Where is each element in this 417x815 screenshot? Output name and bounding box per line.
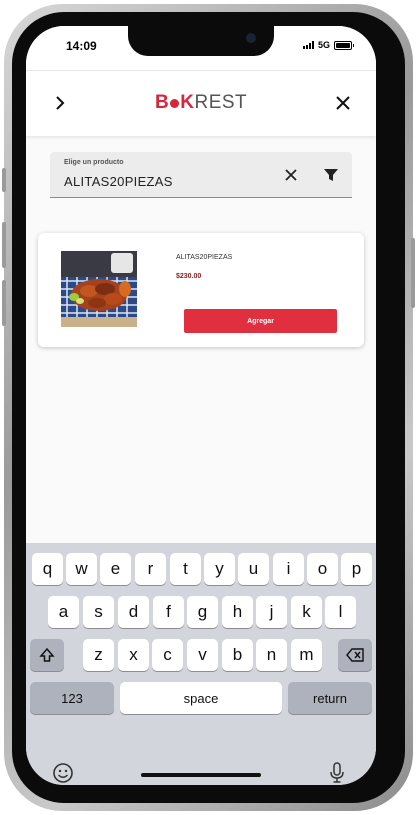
key-u[interactable]: u: [238, 553, 269, 585]
key-x[interactable]: x: [118, 639, 149, 671]
shift-key[interactable]: [30, 639, 64, 671]
home-indicator[interactable]: [141, 773, 261, 777]
key-s[interactable]: s: [83, 596, 114, 628]
chevron-right-icon[interactable]: [50, 93, 70, 113]
product-price: $230.00: [176, 273, 202, 280]
onscreen-keyboard: q w e r t y u i o p a s d f g h j k l z …: [26, 543, 376, 785]
key-i[interactable]: i: [273, 553, 304, 585]
key-g[interactable]: g: [187, 596, 218, 628]
key-z[interactable]: z: [83, 639, 114, 671]
key-a[interactable]: a: [48, 596, 79, 628]
search-input[interactable]: [64, 171, 264, 191]
clear-search-icon[interactable]: [282, 166, 300, 184]
key-y[interactable]: y: [204, 553, 235, 585]
key-m[interactable]: m: [291, 639, 322, 671]
side-button-power: [411, 238, 415, 308]
key-c[interactable]: c: [152, 639, 183, 671]
microphone-icon[interactable]: [328, 762, 346, 784]
numbers-key[interactable]: 123: [30, 682, 114, 714]
key-l[interactable]: l: [325, 596, 356, 628]
product-image: [61, 251, 137, 327]
space-key[interactable]: space: [120, 682, 282, 714]
key-d[interactable]: d: [118, 596, 149, 628]
backspace-icon: [346, 648, 364, 662]
key-q[interactable]: q: [32, 553, 63, 585]
search-label: Elige un producto: [64, 159, 124, 166]
network-label: 5G: [317, 40, 330, 50]
key-e[interactable]: e: [100, 553, 131, 585]
product-name: ALITAS20PIEZAS: [176, 254, 233, 261]
battery-icon: [334, 40, 354, 50]
add-to-cart-button[interactable]: Agregar: [184, 309, 337, 333]
key-b[interactable]: b: [222, 639, 253, 671]
status-time: 14:09: [66, 39, 97, 53]
side-button-volume-down: [2, 280, 6, 326]
product-search-field[interactable]: Elige un producto: [50, 152, 352, 198]
notch: [128, 26, 274, 56]
app-header: B K REST: [26, 70, 376, 136]
filter-icon[interactable]: [322, 166, 340, 184]
key-w[interactable]: w: [66, 553, 97, 585]
backspace-key[interactable]: [338, 639, 372, 671]
close-icon[interactable]: [333, 93, 353, 113]
logo-dot-icon: [170, 98, 180, 108]
key-r[interactable]: r: [135, 553, 166, 585]
key-p[interactable]: p: [341, 553, 372, 585]
key-n[interactable]: n: [256, 639, 287, 671]
shift-icon: [39, 647, 55, 662]
status-bar: 14:09 5G: [26, 26, 376, 70]
key-o[interactable]: o: [307, 553, 338, 585]
front-camera: [246, 33, 256, 43]
brand-logo: B K REST: [155, 92, 248, 113]
key-t[interactable]: t: [170, 553, 201, 585]
side-button-volume-up: [2, 222, 6, 268]
status-icons: 5G: [302, 40, 354, 50]
key-j[interactable]: j: [256, 596, 287, 628]
screen: 14:09 5G B K REST Elige un producto ALIT…: [26, 26, 376, 785]
key-f[interactable]: f: [153, 596, 184, 628]
signal-icon: [302, 41, 314, 49]
side-button-silent: [2, 168, 6, 192]
return-key[interactable]: return: [288, 682, 372, 714]
product-card: ALITAS20PIEZAS $230.00 Agregar: [38, 233, 364, 347]
key-v[interactable]: v: [187, 639, 218, 671]
key-h[interactable]: h: [222, 596, 253, 628]
key-k[interactable]: k: [291, 596, 322, 628]
emoji-icon[interactable]: [52, 762, 74, 784]
